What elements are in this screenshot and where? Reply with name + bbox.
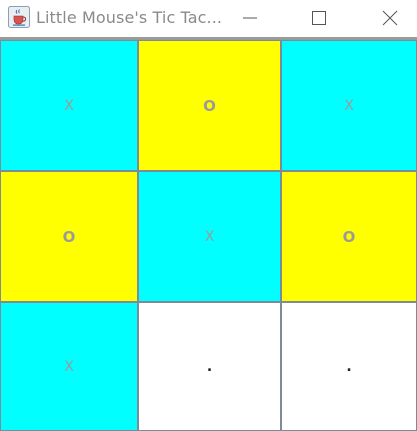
cell-mark: O xyxy=(203,96,216,115)
board-cell-r2c3[interactable]: O xyxy=(281,171,417,302)
tic-tac-toe-board: X O X O X O X . . xyxy=(0,37,417,431)
minimize-icon xyxy=(242,10,258,26)
cell-mark: X xyxy=(344,97,354,114)
board-cell-r2c2[interactable]: X xyxy=(138,171,281,302)
cell-mark: O xyxy=(342,227,356,246)
close-button[interactable] xyxy=(367,0,413,36)
cell-mark: X xyxy=(204,228,215,245)
window-title: Little Mouse's Tic Tac... xyxy=(36,8,223,27)
board-cell-r1c1[interactable]: X xyxy=(0,40,138,171)
cell-mark: . xyxy=(206,358,213,375)
board-cell-r3c2[interactable]: . xyxy=(138,302,281,431)
cell-mark: O xyxy=(62,227,76,246)
cell-mark: X xyxy=(64,97,74,114)
board-cell-r3c1[interactable]: X xyxy=(0,302,138,431)
maximize-icon xyxy=(311,10,327,26)
maximize-button[interactable] xyxy=(296,0,342,36)
minimize-button[interactable] xyxy=(227,0,273,36)
board-cell-r2c1[interactable]: O xyxy=(0,171,138,302)
board-cell-r1c3[interactable]: X xyxy=(281,40,417,171)
title-bar[interactable]: Little Mouse's Tic Tac... xyxy=(0,0,417,37)
close-icon xyxy=(382,10,398,26)
java-cup-icon[interactable] xyxy=(8,6,30,28)
cell-mark: . xyxy=(346,358,352,375)
board-cell-r3c3[interactable]: . xyxy=(281,302,417,431)
cell-mark: X xyxy=(64,358,74,375)
board-cell-r1c2[interactable]: O xyxy=(138,40,281,171)
app-window: Little Mouse's Tic Tac... X O X O X O X … xyxy=(0,0,417,431)
